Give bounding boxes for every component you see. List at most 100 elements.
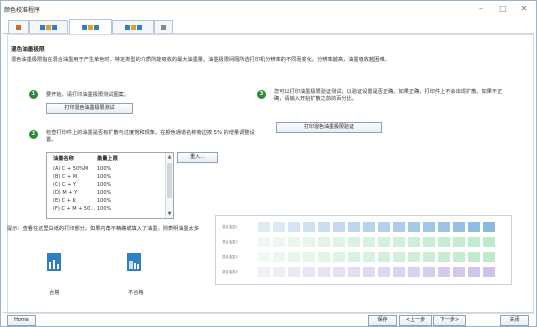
reenter-button[interactable]: 重入... xyxy=(177,152,218,163)
sample-swatch xyxy=(258,222,270,232)
arrow-icon xyxy=(52,24,57,30)
sample-swatch xyxy=(438,267,450,277)
table-row-name[interactable]: (E) C + K xyxy=(53,198,76,204)
sample-swatch xyxy=(453,237,465,247)
column-header-limit: 墨量上限 xyxy=(97,156,118,162)
arrow-icon xyxy=(124,24,130,30)
sample-swatch xyxy=(483,222,495,232)
sample-swatch xyxy=(363,267,375,277)
sample-swatch xyxy=(378,267,390,277)
table-row-value[interactable]: 100% xyxy=(97,190,111,196)
sample-swatch xyxy=(483,267,495,277)
tab-grid[interactable] xyxy=(154,20,173,33)
tip-text: 提示：查看在这里白纸的打印部分。如果内角不精确或填入了油墨，则表明油墨太多 xyxy=(7,226,199,232)
table-row-value[interactable]: 100% xyxy=(97,174,111,180)
sample-swatch xyxy=(258,267,270,277)
fail-label: 不合格 xyxy=(128,290,144,296)
sample-swatch xyxy=(423,222,435,232)
sample-swatch xyxy=(468,252,480,262)
step-1-icon: 1 xyxy=(29,90,38,99)
sample-swatch xyxy=(348,267,360,277)
sample-swatch xyxy=(483,252,495,262)
table-row-value[interactable]: 100% xyxy=(97,166,111,172)
home-button[interactable]: Home xyxy=(7,315,36,326)
sample-swatch xyxy=(273,222,285,232)
sample-swatch xyxy=(318,267,330,277)
table-row-value[interactable]: 100% xyxy=(97,182,111,188)
next-button[interactable]: 下一步> xyxy=(433,315,466,326)
sample-swatch xyxy=(408,237,420,247)
sample-swatch xyxy=(318,237,330,247)
sample-swatch xyxy=(348,252,360,262)
sample-swatch xyxy=(408,267,420,277)
table-row-name[interactable]: (F) C + M + 50... xyxy=(53,206,95,212)
table-row-value[interactable]: 100% xyxy=(97,198,111,204)
tab-printer[interactable] xyxy=(8,20,29,33)
step-1-text: 要开始，请打印油墨极限测试图案。 xyxy=(46,92,130,98)
sample-swatch xyxy=(348,222,360,232)
sample-swatch xyxy=(453,252,465,262)
sample-swatch xyxy=(468,237,480,247)
sample-swatch xyxy=(348,237,360,247)
arrow-icon xyxy=(136,24,142,30)
main-window: 颜色校准程序 – □ ✕ 混色油墨极限 混色油墨极限指在混合油墨用于产生单色时，… xyxy=(0,0,537,327)
sample-grid: 混合油墨1 混合油墨2 混合油墨3 混合油墨4 xyxy=(215,215,512,285)
sample-swatch xyxy=(333,237,345,247)
sample-swatch xyxy=(423,237,435,247)
window-title: 颜色校准程序 xyxy=(4,7,41,14)
sample-swatch xyxy=(468,222,480,232)
sample-swatch xyxy=(303,222,315,232)
sample-swatch xyxy=(408,222,420,232)
maximize-button[interactable]: □ xyxy=(497,4,509,14)
sample-swatch xyxy=(393,267,405,277)
sample-swatch xyxy=(453,222,465,232)
sample-swatch xyxy=(363,252,375,262)
step-2-text: 检查打印件上的油墨是否有扩散与过度饱和现象。在颜色通道名称旁边按 5% 的增量调… xyxy=(46,130,255,143)
sample-swatch xyxy=(288,237,300,247)
print-verify-button[interactable]: 打印混色油墨极限验证 xyxy=(276,122,382,133)
print-test-button[interactable]: 打印混色油墨极限测试 xyxy=(46,103,133,114)
sample-swatch xyxy=(438,252,450,262)
sample-swatch xyxy=(468,267,480,277)
arrow-icon xyxy=(88,24,93,30)
sample-row-label: 混合油墨4 xyxy=(222,270,238,274)
pass-label: 合格 xyxy=(49,290,60,296)
sample-swatch xyxy=(258,237,270,247)
sample-swatch xyxy=(273,267,285,277)
sample-swatch xyxy=(303,252,315,262)
sample-swatch xyxy=(438,222,450,232)
fail-sample-icon xyxy=(127,253,141,271)
scroll-down-icon[interactable]: ▼ xyxy=(166,210,173,218)
arrow-icon xyxy=(40,24,45,30)
table-row-name[interactable]: (A) C + 50%M xyxy=(53,166,88,172)
tab-step-2[interactable] xyxy=(69,19,112,34)
table-row-name[interactable]: (D) M + Y xyxy=(53,190,77,196)
sample-swatch xyxy=(258,252,270,262)
back-button[interactable]: <上一步 xyxy=(399,315,432,326)
list-scrollbar[interactable]: ▲ ▼ xyxy=(165,153,173,218)
tab-step-3[interactable] xyxy=(112,20,154,33)
ink-limit-list[interactable]: 油墨名称 墨量上限 (A) C + 50%M 100% (B) C + M 10… xyxy=(46,152,174,219)
sample-row-label: 混合油墨2 xyxy=(222,240,238,244)
save-button[interactable]: 保存 xyxy=(368,315,397,326)
sample-swatch xyxy=(288,267,300,277)
arrow-icon xyxy=(46,24,51,30)
step-3-icon: 3 xyxy=(257,90,266,99)
close-window-button[interactable]: ✕ xyxy=(518,4,530,14)
sample-swatch xyxy=(393,222,405,232)
sample-swatch xyxy=(303,267,315,277)
table-row-name[interactable]: (B) C + M xyxy=(53,174,77,180)
close-button[interactable]: 关闭 xyxy=(500,315,529,326)
scroll-thumb[interactable] xyxy=(167,163,172,198)
minimize-button[interactable]: – xyxy=(475,4,487,14)
tab-step-1[interactable] xyxy=(29,20,68,33)
sample-swatch xyxy=(483,237,495,247)
table-row-name[interactable]: (C) C + Y xyxy=(53,182,76,188)
pass-sample-icon xyxy=(47,253,61,271)
arrow-icon xyxy=(82,24,87,30)
sample-swatch xyxy=(453,267,465,277)
sample-swatch xyxy=(303,237,315,247)
section-description: 混色油墨极限指在混合油墨用于产生单色时，特定类型的介质所能吸收的最大油墨量。油墨… xyxy=(11,57,390,63)
table-row-value[interactable]: 100% xyxy=(97,206,111,212)
scroll-up-icon[interactable]: ▲ xyxy=(166,153,173,161)
